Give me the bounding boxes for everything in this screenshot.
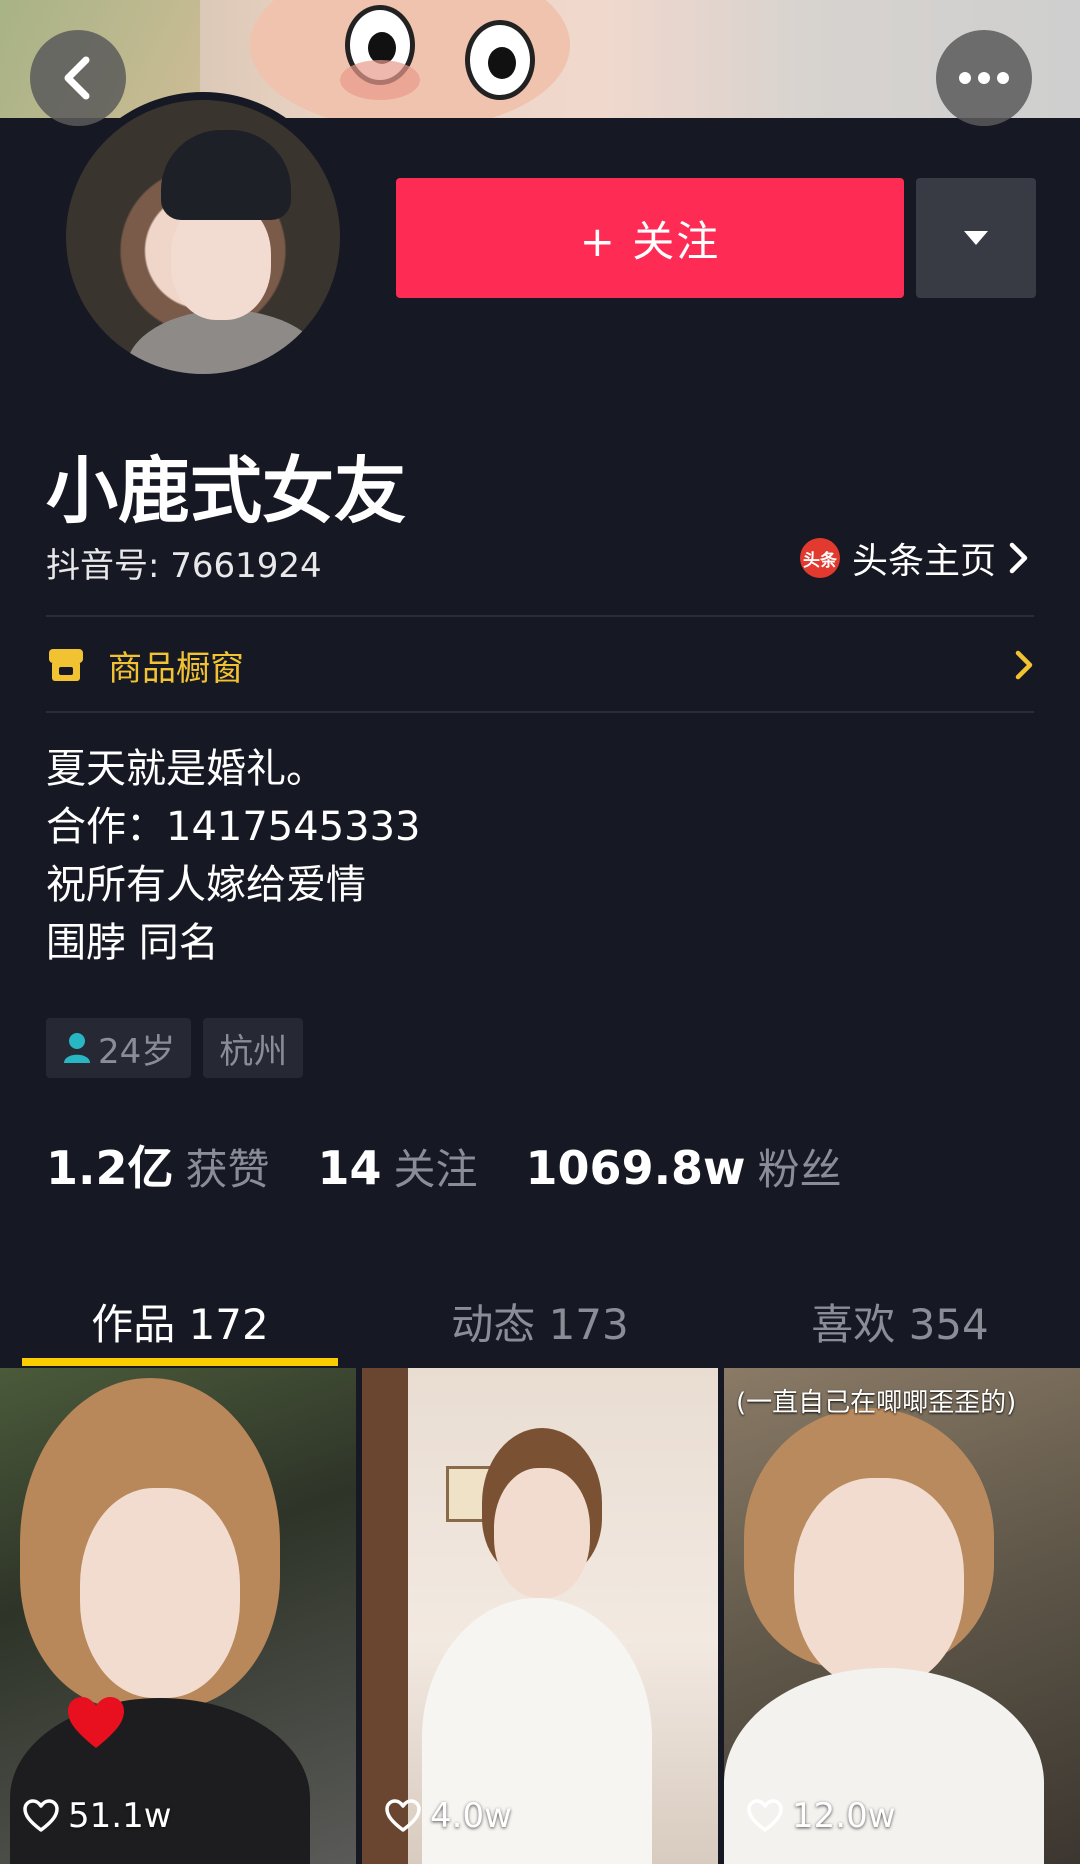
bio-line: 合作：1417545333 (46, 804, 421, 850)
more-button[interactable] (936, 30, 1032, 126)
heart-outline-icon (23, 1799, 59, 1832)
shop-icon (49, 649, 83, 681)
following-stat[interactable]: 14 关注 (318, 1136, 478, 1197)
divider (46, 711, 1034, 713)
tab-liked[interactable]: 喜欢 354 (720, 1278, 1080, 1364)
tab-works[interactable]: 作品 172 (0, 1278, 360, 1364)
video-thumbnail[interactable]: 51.1w (0, 1368, 356, 1864)
ellipsis-icon (959, 72, 1009, 84)
chevron-right-icon (1015, 650, 1033, 680)
heart-sticker-icon (68, 1697, 124, 1748)
caret-down-icon (964, 231, 988, 245)
video-caption: (一直自己在唧唧歪歪的) (736, 1388, 1017, 1418)
city-tag: 杭州 (203, 1018, 304, 1078)
chevron-left-icon (64, 56, 90, 100)
likes-count: 12.0w (792, 1796, 896, 1836)
bio-line: 夏天就是婚礼。 (46, 746, 326, 792)
profile-stats: 1.2亿 获赞 14 关注 1069.8w 粉丝 (46, 1132, 890, 1198)
age-label: 24岁 (98, 1031, 176, 1072)
toutiao-label: 头条主页 (851, 541, 996, 582)
avatar[interactable] (58, 92, 348, 382)
likes-count: 51.1w (68, 1796, 172, 1836)
recommend-dropdown-button[interactable] (916, 178, 1036, 298)
heart-outline-icon (385, 1799, 421, 1832)
tab-indicator (22, 1358, 338, 1366)
profile-tabs: 作品 172 动态 173 喜欢 354 (0, 1278, 1080, 1364)
divider (46, 615, 1034, 617)
bio-line: 祝所有人嫁给爱情 (46, 862, 366, 908)
tab-moments[interactable]: 动态 173 (360, 1278, 720, 1364)
toutiao-homepage-link[interactable]: 头条 头条主页 (799, 532, 1030, 584)
profile-tags: 24岁 杭州 (46, 1018, 304, 1078)
followers-label: 粉丝 (757, 1145, 842, 1194)
video-grid: 51.1w 4.0w (一直自己在唧唧歪歪的) 12.0w (0, 1368, 1080, 1864)
followers-stat[interactable]: 1069.8w 粉丝 (526, 1136, 842, 1197)
douyin-id: 抖音号: 7661924 (46, 546, 322, 586)
likes-count: 4.0w (430, 1796, 512, 1836)
profile-bio: 夏天就是婚礼。 合作：1417545333 祝所有人嫁给爱情 围脖 同名 (46, 740, 421, 972)
shop-window-row[interactable]: 商品橱窗 (46, 640, 1034, 690)
age-tag: 24岁 (46, 1018, 192, 1078)
video-thumbnail[interactable]: (一直自己在唧唧歪歪的) 12.0w (724, 1368, 1080, 1864)
chevron-right-icon (1009, 542, 1028, 574)
city-label: 杭州 (219, 1031, 288, 1072)
likes-count: 1.2亿 (46, 1141, 174, 1195)
video-likes: 51.1w (22, 1796, 172, 1836)
back-button[interactable] (30, 30, 126, 126)
profile-nickname: 小鹿式女友 (46, 449, 407, 533)
followers-count: 1069.8w (525, 1141, 746, 1195)
shop-window-label: 商品橱窗 (108, 648, 244, 689)
person-icon (64, 1033, 90, 1063)
heart-outline-icon (747, 1799, 783, 1832)
video-thumbnail[interactable]: 4.0w (362, 1368, 718, 1864)
likes-label: 获赞 (185, 1145, 270, 1194)
video-likes: 4.0w (384, 1796, 512, 1836)
likes-stat: 1.2亿 获赞 (46, 1132, 270, 1198)
follow-button[interactable]: + 关注 (396, 178, 904, 298)
video-likes: 12.0w (746, 1796, 896, 1836)
bio-line: 围脖 同名 (46, 920, 219, 966)
toutiao-logo-icon: 头条 (799, 538, 840, 578)
following-label: 关注 (393, 1145, 478, 1194)
following-count: 14 (317, 1141, 382, 1195)
